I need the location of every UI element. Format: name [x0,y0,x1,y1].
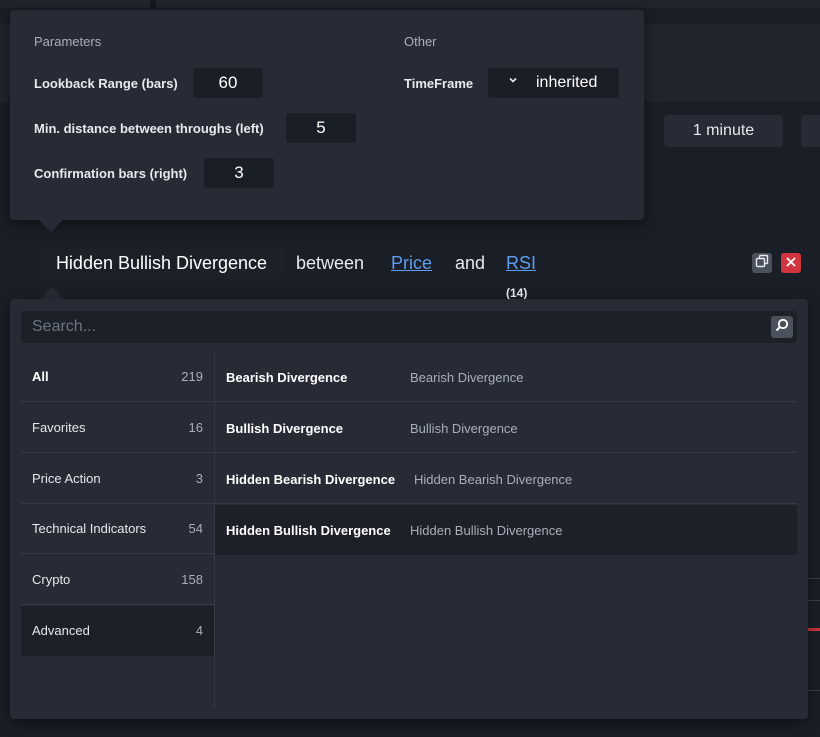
close-button[interactable] [781,253,801,273]
category-count: 4 [195,623,203,638]
topbar-segment [156,0,820,8]
min-distance-label: Min. distance between throughs (left) [34,121,264,136]
category-count: 3 [195,471,203,486]
category-label: All [32,369,49,384]
timeframe-select[interactable]: inherited [488,68,619,98]
min-distance-input[interactable]: 5 [286,113,356,143]
confirmation-input[interactable]: 3 [204,158,274,188]
search-box [21,311,797,343]
item-name: Hidden Bearish Divergence [226,472,396,487]
chart-red-line [808,628,820,631]
category-advanced[interactable]: Advanced 4 [21,606,214,656]
category-label: Advanced [32,623,90,638]
item-description: Bearish Divergence [410,370,524,385]
item-description: Hidden Bearish Divergence [414,472,573,487]
between-text: between [296,253,365,273]
item-name: Bearish Divergence [226,370,348,385]
source2-link[interactable]: RSI [506,253,536,274]
parameters-popover: Parameters Other Lookback Range (bars) 6… [10,10,644,220]
category-label: Price Action [32,471,101,486]
item-name: Bullish Divergence [226,421,344,436]
timeframe-button[interactable]: 1 minute [664,115,783,147]
divider [808,578,820,579]
indicator-picker: All 219 Favorites 16 Price Action 3 Tech… [10,299,808,719]
condition-row: Hidden Bullish Divergence between Price … [0,236,820,300]
category-list: All 219 Favorites 16 Price Action 3 Tech… [21,352,215,707]
and-text: and [455,253,486,273]
timeframe-value: inherited [536,74,598,91]
category-crypto[interactable]: Crypto 158 [21,555,214,605]
category-label: Favorites [32,420,86,435]
divider [808,690,820,691]
category-favorites[interactable]: Favorites 16 [21,403,214,453]
source2-param: (14) [506,286,528,300]
category-label: Technical Indicators [32,521,147,536]
category-all[interactable]: All 219 [21,352,214,402]
list-item-hidden-bullish-divergence[interactable]: Hidden Bullish Divergence Hidden Bullish… [215,505,797,555]
category-technical-indicators[interactable]: Technical Indicators 54 [21,504,214,554]
copy-button[interactable] [752,253,772,273]
item-description: Hidden Bullish Divergence [410,523,563,538]
search-input[interactable] [21,311,761,343]
lookback-input[interactable]: 60 [193,68,263,98]
list-item-hidden-bearish-divergence[interactable]: Hidden Bearish Divergence Hidden Bearish… [215,454,797,504]
lookback-label: Lookback Range (bars) [34,76,178,91]
timeframe-button-secondary[interactable] [801,115,820,147]
indicator-selector[interactable]: Hidden Bullish Divergence [38,248,285,278]
copy-icon [755,254,769,273]
divider [808,600,820,601]
chevron-down-icon [508,74,518,88]
picker-caret [40,287,64,299]
category-count: 158 [181,572,203,587]
other-title: Other [404,34,437,49]
timeframe-label: TimeFrame [404,76,474,91]
list-item-bullish-divergence[interactable]: Bullish Divergence Bullish Divergence [215,403,797,453]
app-topbar [0,0,820,8]
source1-link[interactable]: Price [391,253,432,274]
item-name: Hidden Bullish Divergence [226,523,391,538]
search-button[interactable] [771,316,793,338]
category-label: Crypto [32,572,71,587]
confirmation-label: Confirmation bars (right) [34,166,188,181]
item-description: Bullish Divergence [410,421,518,436]
category-count: 54 [188,521,203,536]
category-count: 16 [188,420,203,435]
magnifier-icon [775,318,789,337]
topbar-segment [0,0,150,8]
category-count: 219 [181,369,203,384]
category-price-action[interactable]: Price Action 3 [21,454,214,504]
list-item-bearish-divergence[interactable]: Bearish Divergence Bearish Divergence [215,352,797,402]
parameters-title: Parameters [34,34,102,49]
popover-caret [38,219,64,232]
close-icon [785,255,797,271]
